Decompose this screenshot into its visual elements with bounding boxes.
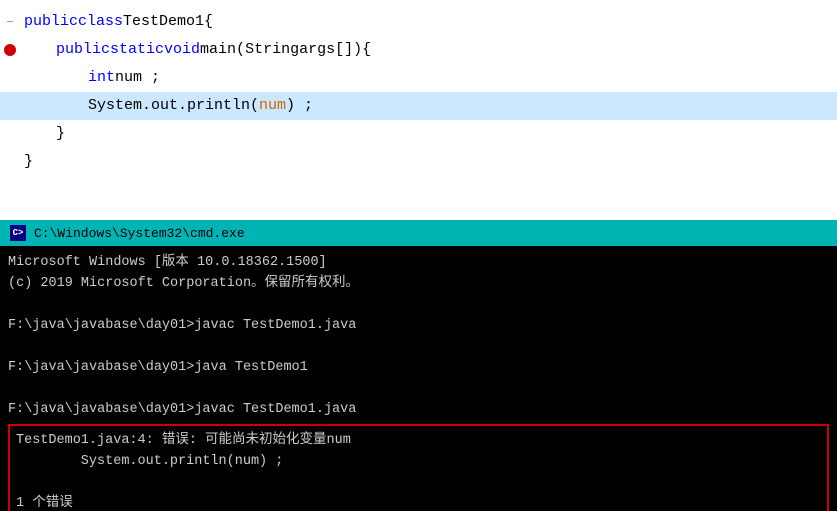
terminal-body: Microsoft Windows [版本 10.0.18362.1500] (… xyxy=(0,246,837,511)
error-count: 1 个错误 xyxy=(16,493,821,511)
code-area: – public class TestDemo1{ public static … xyxy=(0,0,837,184)
kw-static: static xyxy=(110,36,164,64)
terminal-line-2: (c) 2019 Microsoft Corporation。保留所有权利。 xyxy=(8,273,829,294)
code-line-1: – public class TestDemo1{ xyxy=(0,8,837,36)
gutter-2[interactable] xyxy=(0,44,20,56)
code-line-3: int num ; xyxy=(0,64,837,92)
kw-void: void xyxy=(164,36,200,64)
error-line-2: System.out.println(num) ; xyxy=(16,451,821,472)
kw-public-1: public xyxy=(24,8,78,36)
editor-section: – public class TestDemo1{ public static … xyxy=(0,0,837,220)
kw-class: class xyxy=(78,8,123,36)
code-line-4: System.out.println( num ) ; xyxy=(0,92,837,120)
error-line-1: TestDemo1.java:4: 错误: 可能尚未初始化变量num xyxy=(16,430,821,451)
terminal-icon: C> xyxy=(10,225,26,241)
kw-int: int xyxy=(88,64,115,92)
terminal-line-5 xyxy=(8,336,829,357)
code-text-2: public static void main( String args[]){ xyxy=(56,36,371,64)
code-text-5: } xyxy=(56,120,65,148)
code-text-1: public class TestDemo1{ xyxy=(24,8,213,36)
kw-public-2: public xyxy=(56,36,110,64)
code-text-6: } xyxy=(24,148,33,176)
kw-string: String xyxy=(245,36,299,64)
terminal-section: C> C:\Windows\System32\cmd.exe Microsoft… xyxy=(0,220,837,511)
terminal-line-8: F:\java\javabase\day01>javac TestDemo1.j… xyxy=(8,399,829,420)
terminal-line-3 xyxy=(8,294,829,315)
terminal-line-7 xyxy=(8,378,829,399)
terminal-titlebar: C> C:\Windows\System32\cmd.exe xyxy=(0,220,837,246)
error-line-3 xyxy=(16,472,821,493)
param-num: num xyxy=(259,92,286,120)
code-line-6: } xyxy=(0,148,837,176)
method-main: main( xyxy=(200,36,245,64)
code-line-2: public static void main( String args[]){ xyxy=(0,36,837,64)
var-num: num ; xyxy=(115,64,160,92)
breakpoint-icon xyxy=(4,44,16,56)
classname: TestDemo1{ xyxy=(123,8,213,36)
close-paren: ) ; xyxy=(286,92,313,120)
code-line-5: } xyxy=(0,120,837,148)
close-brace-class: } xyxy=(24,148,33,176)
error-box: TestDemo1.java:4: 错误: 可能尚未初始化变量num Syste… xyxy=(8,424,829,511)
close-brace-method: } xyxy=(56,120,65,148)
terminal-title: C:\Windows\System32\cmd.exe xyxy=(34,226,245,241)
args: args[]){ xyxy=(299,36,371,64)
gutter-1[interactable]: – xyxy=(0,8,20,36)
system-out: System.out.println( xyxy=(88,92,259,120)
code-text-3: int num ; xyxy=(88,64,160,92)
terminal-line-4: F:\java\javabase\day01>javac TestDemo1.j… xyxy=(8,315,829,336)
code-text-4: System.out.println( num ) ; xyxy=(88,92,313,120)
terminal-line-6: F:\java\javabase\day01>java TestDemo1 xyxy=(8,357,829,378)
terminal-line-1: Microsoft Windows [版本 10.0.18362.1500] xyxy=(8,252,829,273)
